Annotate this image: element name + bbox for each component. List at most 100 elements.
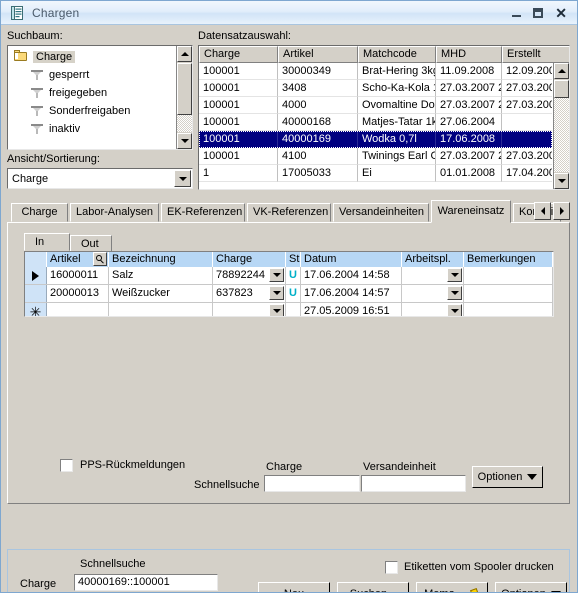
tab-ek-referenzen[interactable]: EK-Referenzen — [161, 203, 245, 222]
chevron-down-icon[interactable] — [269, 268, 284, 282]
chevron-down-icon[interactable] — [447, 268, 462, 282]
cell-artikel: 17005033 — [278, 165, 358, 182]
cell-charge: 100001 — [199, 114, 278, 131]
ansicht-sortierung-select[interactable]: Charge — [7, 168, 193, 189]
chevron-down-icon[interactable] — [269, 304, 284, 316]
cell-artikel[interactable] — [47, 303, 109, 316]
cell-charge-value: 637823 — [216, 287, 253, 299]
cell-datum[interactable]: 17.06.2004 14:57 — [301, 285, 402, 302]
tab-vk-referenzen[interactable]: VK-Referenzen — [247, 203, 331, 222]
column-header-erstellt[interactable]: Erstellt — [502, 46, 569, 63]
cell-datum[interactable]: 17.06.2004 14:58 — [301, 267, 402, 284]
chevron-down-icon[interactable] — [174, 170, 191, 187]
row-selector-header — [25, 252, 47, 267]
record-selection-grid[interactable]: Charge Artikel Matchcode MHD Erstellt 10… — [198, 45, 570, 190]
table-row[interactable]: 100001 30000349 Brat-Hering 3kg 11.09.20… — [199, 63, 552, 80]
cell-arbeitsplatz[interactable] — [402, 303, 464, 316]
scroll-right-icon[interactable] — [553, 202, 570, 220]
column-header-mhd[interactable]: MHD — [436, 46, 502, 63]
table-row[interactable]: 100001 4100 Twinings Earl Gr 27.03.2007 … — [199, 148, 552, 165]
tree-node-sonderfreigaben[interactable]: Sonderfreigaben — [11, 102, 175, 120]
record-scroll-thumb[interactable] — [554, 80, 569, 98]
table-row[interactable]: 20000013 Weißzucker 637823 U 17.06.2004 … — [25, 285, 553, 303]
column-header-artikel[interactable]: Artikel — [47, 252, 109, 267]
search-icon[interactable] — [93, 252, 107, 266]
suchbaum-tree[interactable]: Charge gesperrt freigegeben Sonderfreiga… — [7, 45, 193, 150]
tab-labor-analysen[interactable]: Labor-Analysen — [70, 203, 159, 222]
column-header-charge[interactable]: Charge — [213, 252, 286, 267]
chevron-down-icon[interactable] — [269, 286, 284, 300]
cell-charge[interactable] — [213, 303, 286, 316]
cell-datum[interactable]: 27.05.2009 16:51 — [301, 303, 402, 316]
table-row[interactable]: 16000011 Salz 78892244 U 17.06.2004 14:5… — [25, 267, 553, 285]
memo-button[interactable]: Memo... — [416, 582, 488, 592]
cell-artikel[interactable]: 16000011 — [47, 267, 109, 284]
tab-charge[interactable]: Charge — [11, 203, 68, 222]
cell-bemerkungen[interactable] — [464, 303, 553, 316]
record-grid-scrollbar[interactable] — [553, 63, 569, 189]
tree-node-inaktiv[interactable]: inaktiv — [11, 120, 175, 138]
tree-scroll-down-button[interactable] — [177, 133, 192, 149]
minimize-icon[interactable] — [512, 8, 522, 18]
table-row[interactable]: 100001 4000 Ovomaltine Dos 27.03.2007 2 … — [199, 97, 552, 114]
scroll-left-icon[interactable] — [534, 202, 551, 220]
neu-button[interactable]: Neu — [258, 582, 330, 593]
pps-rueckmeldungen-checkbox[interactable] — [60, 459, 73, 472]
wareneinsatz-grid[interactable]: Artikel Bezeichnung Charge St. Datum Arb… — [24, 251, 554, 317]
cell-charge[interactable]: 78892244 — [213, 267, 286, 284]
table-row-selected[interactable]: 100001 40000169 Wodka 0,7l 17.06.2008 — [199, 131, 552, 148]
column-header-matchcode[interactable]: Matchcode — [358, 46, 436, 63]
cell-mhd: 01.01.2008 — [436, 165, 502, 182]
neu-button-label: Neu — [284, 588, 304, 593]
cell-bezeichnung[interactable]: Salz — [109, 267, 213, 284]
suchen-button[interactable]: Suchen... — [337, 582, 409, 592]
spooler-print-checkbox[interactable] — [385, 561, 398, 574]
column-header-datum[interactable]: Datum — [301, 252, 402, 267]
charge-quicksearch-input[interactable] — [264, 475, 360, 492]
footer-optionen-button[interactable]: Optionen — [495, 582, 567, 592]
new-row-marker[interactable]: ✳ — [25, 303, 47, 316]
column-header-bezeichnung[interactable]: Bezeichnung — [109, 252, 213, 267]
tab-versandeinheiten[interactable]: Versandeinheiten — [333, 203, 429, 222]
table-row[interactable]: 1 17005033 Ei 01.01.2008 17.04.2008 1 — [199, 165, 552, 182]
table-row[interactable]: 100001 40000168 Matjes-Tatar 1k 27.06.20… — [199, 114, 552, 131]
cell-bemerkungen[interactable] — [464, 285, 553, 302]
table-row[interactable]: 100001 3408 Scho-Ka-Kola 10 27.03.2007 2… — [199, 80, 552, 97]
tree-scrollbar[interactable] — [176, 46, 192, 149]
cell-arbeitsplatz[interactable] — [402, 285, 464, 302]
tree-scroll-thumb[interactable] — [177, 63, 192, 115]
cell-arbeitsplatz[interactable] — [402, 267, 464, 284]
maximize-icon[interactable] — [533, 7, 544, 18]
cell-bezeichnung[interactable] — [109, 303, 213, 316]
tree-scroll-up-button[interactable] — [177, 46, 192, 62]
subtab-in[interactable]: In — [24, 233, 70, 251]
column-header-bemerkungen[interactable]: Bemerkungen — [464, 252, 553, 267]
table-row-new[interactable]: ✳ 27.05.2009 16:51 — [25, 303, 553, 316]
versandeinheit-quicksearch-input[interactable] — [361, 475, 466, 492]
cell-bezeichnung[interactable]: Weißzucker — [109, 285, 213, 302]
close-icon[interactable]: ✕ — [555, 6, 567, 20]
cell-charge: 100001 — [199, 148, 278, 165]
tab-optionen-button[interactable]: Optionen — [472, 466, 543, 488]
chevron-down-icon[interactable] — [447, 304, 462, 316]
column-header-artikel[interactable]: Artikel — [278, 46, 358, 63]
record-scroll-down-button[interactable] — [554, 173, 569, 189]
cell-bemerkungen[interactable] — [464, 267, 553, 284]
tree-node-charge[interactable]: Charge — [11, 48, 175, 66]
cell-charge[interactable]: 637823 — [213, 285, 286, 302]
tab-wareneinsatz[interactable]: Wareneinsatz — [431, 200, 511, 223]
filter-icon — [29, 122, 45, 136]
current-row-marker[interactable] — [25, 267, 47, 284]
column-header-charge[interactable]: Charge — [199, 46, 278, 63]
record-scroll-up-button[interactable] — [554, 63, 569, 79]
row-selector[interactable] — [25, 285, 47, 302]
cell-artikel[interactable]: 20000013 — [47, 285, 109, 302]
tree-node-freigegeben[interactable]: freigegeben — [11, 84, 175, 102]
footer-charge-input[interactable]: 40000169::100001 — [74, 574, 218, 591]
column-header-arbeitspl[interactable]: Arbeitspl. — [402, 252, 464, 267]
chevron-down-icon[interactable] — [447, 286, 462, 300]
document-list-icon — [9, 5, 25, 21]
tree-node-gesperrt[interactable]: gesperrt — [11, 66, 175, 84]
column-header-st[interactable]: St. — [286, 252, 301, 267]
cell-mhd: 27.03.2007 2 — [436, 97, 502, 114]
